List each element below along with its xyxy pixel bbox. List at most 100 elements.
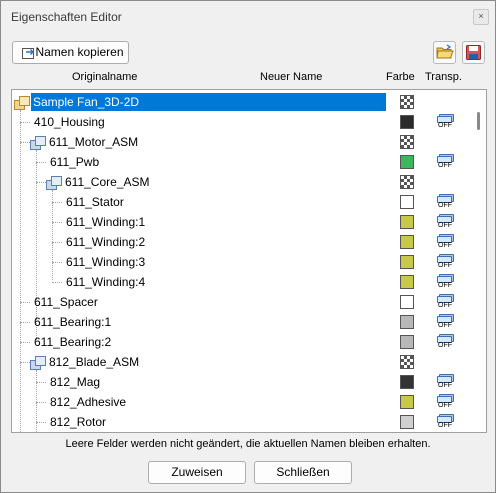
close-button[interactable]: Schließen	[254, 461, 352, 484]
assembly-icon	[14, 95, 30, 110]
assembly-icon	[30, 135, 46, 150]
save-button[interactable]	[462, 41, 485, 64]
transparency-off-label: OFF	[438, 422, 452, 429]
transparency-off-label: OFF	[438, 202, 452, 209]
color-swatch[interactable]	[400, 295, 414, 309]
tree-row[interactable]: 611_Winding:4 OFF	[12, 272, 474, 292]
tree-row[interactable]: 812_Blade_ASM	[12, 352, 474, 372]
new-name-field[interactable]	[202, 333, 388, 351]
tree-connector	[52, 202, 62, 203]
transparency-toggle-icon[interactable]: OFF	[437, 394, 454, 410]
tree-connector	[20, 302, 30, 303]
tree-connector	[52, 262, 62, 263]
color-swatch[interactable]	[400, 395, 414, 409]
transparency-toggle-icon[interactable]: OFF	[437, 114, 454, 130]
assign-button[interactable]: Zuweisen	[148, 461, 246, 484]
new-name-field[interactable]	[202, 133, 388, 151]
transparency-toggle-icon[interactable]: OFF	[437, 194, 454, 210]
new-name-field[interactable]	[202, 113, 388, 131]
transparency-toggle-icon[interactable]: OFF	[437, 154, 454, 170]
tree-connector	[20, 322, 30, 323]
tree-row[interactable]: 611_Spacer OFF	[12, 292, 474, 312]
tree-connector	[36, 422, 46, 423]
transparency-toggle-icon[interactable]: OFF	[437, 234, 454, 250]
tree-connector	[20, 142, 30, 143]
tree-connector	[36, 382, 46, 383]
tree-row[interactable]: 611_Winding:3 OFF	[12, 252, 474, 272]
transparency-off-label: OFF	[438, 222, 452, 229]
transparency-off-label: OFF	[438, 282, 452, 289]
color-swatch[interactable]	[400, 215, 414, 229]
color-swatch[interactable]	[400, 155, 414, 169]
new-name-field[interactable]	[202, 153, 388, 171]
open-folder-button[interactable]	[433, 41, 456, 64]
original-name: 611_Winding:3	[66, 255, 146, 269]
color-swatch[interactable]	[400, 195, 414, 209]
transparency-toggle-icon[interactable]: OFF	[437, 314, 454, 330]
new-name-field[interactable]	[202, 213, 388, 231]
transparency-off-label: OFF	[438, 322, 452, 329]
color-swatch[interactable]	[400, 175, 414, 189]
tree-row[interactable]: 611_Stator OFF	[12, 192, 474, 212]
original-name: 611_Core_ASM	[65, 175, 150, 189]
original-name: 812_Blade_ASM	[49, 355, 140, 369]
transparency-off-label: OFF	[438, 122, 452, 129]
hint-text: Leere Felder werden nicht geändert, die …	[65, 438, 431, 450]
assembly-icon	[46, 175, 62, 190]
color-swatch[interactable]	[400, 355, 414, 369]
tree-row[interactable]: 611_Pwb OFF	[12, 152, 474, 172]
tree-row[interactable]: 812_Rotor OFF	[12, 412, 474, 432]
tree-row[interactable]: Sample Fan_3D-2D	[12, 92, 474, 112]
transparency-toggle-icon[interactable]: OFF	[437, 334, 454, 350]
color-swatch[interactable]	[400, 135, 414, 149]
new-name-field[interactable]	[202, 293, 388, 311]
color-swatch[interactable]	[400, 95, 414, 109]
new-name-field[interactable]	[202, 93, 388, 111]
color-swatch[interactable]	[400, 275, 414, 289]
scrollbar-thumb[interactable]	[477, 112, 480, 130]
tree-row[interactable]: 611_Winding:2 OFF	[12, 232, 474, 252]
original-name: 611_Winding:4	[66, 275, 146, 289]
new-name-field[interactable]	[202, 253, 388, 271]
new-name-field[interactable]	[202, 353, 388, 371]
new-name-field[interactable]	[202, 173, 388, 191]
new-name-field[interactable]	[202, 233, 388, 251]
tree-row[interactable]: 812_Mag OFF	[12, 372, 474, 392]
close-window-button[interactable]: ×	[473, 9, 489, 25]
tree-row[interactable]: 611_Bearing:1 OFF	[12, 312, 474, 332]
color-swatch[interactable]	[400, 335, 414, 349]
original-name: 611_Stator	[66, 195, 124, 209]
transparency-off-label: OFF	[438, 302, 452, 309]
tree-row[interactable]: 410_Housing OFF	[12, 112, 474, 132]
tree-row[interactable]: 812_Adhesive OFF	[12, 392, 474, 412]
vertical-scrollbar[interactable]	[472, 90, 486, 432]
tree-row[interactable]: 611_Winding:1 OFF	[12, 212, 474, 232]
original-name: 812_Rotor	[50, 415, 107, 429]
new-name-field[interactable]	[202, 313, 388, 331]
transparency-toggle-icon[interactable]: OFF	[437, 274, 454, 290]
new-name-field[interactable]	[202, 273, 388, 291]
color-swatch[interactable]	[400, 235, 414, 249]
tree-row[interactable]: 611_Bearing:2 OFF	[12, 332, 474, 352]
transparency-off-label: OFF	[438, 162, 452, 169]
new-name-field[interactable]	[202, 393, 388, 411]
new-name-field[interactable]	[202, 193, 388, 211]
color-swatch[interactable]	[400, 375, 414, 389]
color-swatch[interactable]	[400, 255, 414, 269]
transparency-toggle-icon[interactable]: OFF	[437, 214, 454, 230]
tree-row[interactable]: 611_Core_ASM	[12, 172, 474, 192]
transparency-toggle-icon[interactable]: OFF	[437, 414, 454, 430]
transparency-toggle-icon[interactable]: OFF	[437, 294, 454, 310]
tree-connector	[52, 242, 62, 243]
transparency-off-label: OFF	[438, 382, 452, 389]
transparency-toggle-icon[interactable]: OFF	[437, 254, 454, 270]
new-name-field[interactable]	[202, 413, 388, 431]
copy-names-button[interactable]: Namen kopieren	[12, 41, 129, 64]
tree-row[interactable]: 611_Motor_ASM	[12, 132, 474, 152]
names-grid: Sample Fan_3D-2D 410_Housing OFF 611_Motor_…	[11, 89, 487, 433]
new-name-field[interactable]	[202, 373, 388, 391]
color-swatch[interactable]	[400, 115, 414, 129]
transparency-toggle-icon[interactable]: OFF	[437, 374, 454, 390]
color-swatch[interactable]	[400, 315, 414, 329]
color-swatch[interactable]	[400, 415, 414, 429]
